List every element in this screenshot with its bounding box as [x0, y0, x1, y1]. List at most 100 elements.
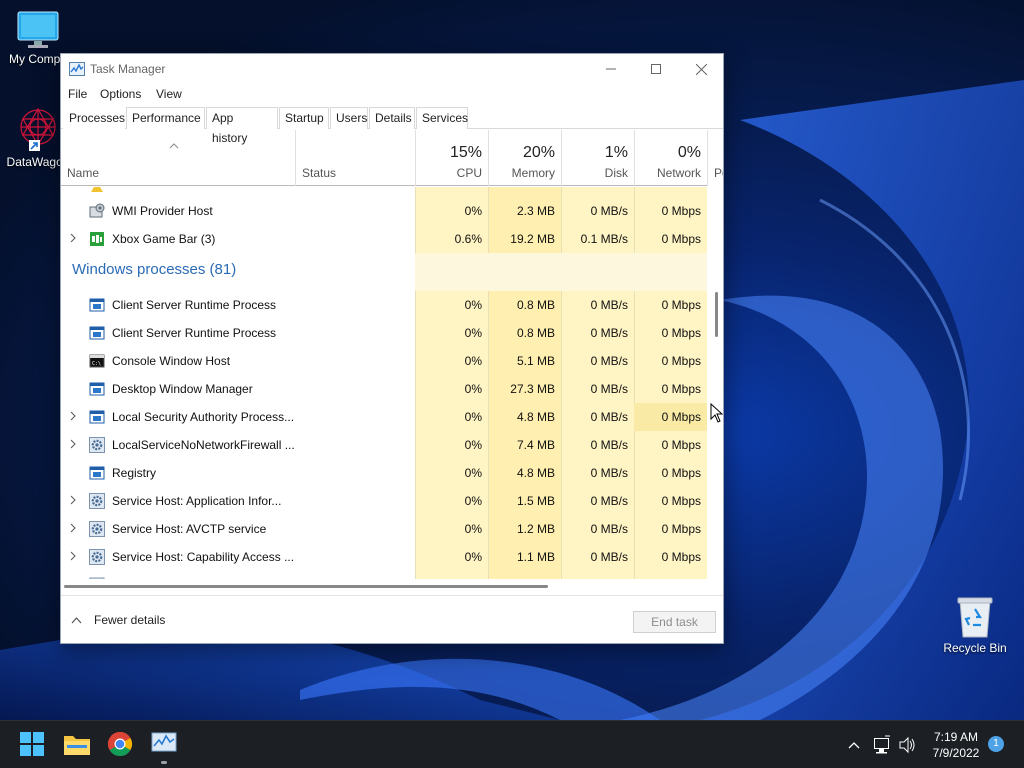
network-icon[interactable]	[873, 721, 891, 768]
chevron-right-icon[interactable]	[69, 551, 77, 561]
column-label-status: Status	[302, 166, 337, 180]
window-footer: Fewer details End task	[61, 595, 723, 643]
title-bar[interactable]: Task Manager	[61, 54, 723, 84]
column-label-disk: Disk	[604, 166, 628, 180]
tab-details[interactable]: Details	[369, 107, 415, 129]
column-header-cpu[interactable]: 15% CPU	[415, 130, 488, 186]
process-window-icon	[89, 381, 105, 397]
maximize-button[interactable]	[633, 54, 679, 84]
desktop-icon-recycle-bin[interactable]: Recycle Bin	[937, 595, 1013, 655]
chevron-right-icon[interactable]	[69, 411, 77, 421]
table-row[interactable]: Service Host: Application Infor... 0% 1.…	[61, 487, 708, 515]
table-row[interactable]: Client Server Runtime Process 0% 0.8 MB …	[61, 291, 708, 319]
process-list[interactable]: WMI Provider Host 0% 2.3 MB 0 MB/s 0 Mbp…	[61, 187, 708, 579]
task-manager-taskbar-button[interactable]	[151, 731, 179, 764]
memory-value: 4.8 MB	[516, 410, 555, 424]
disk-value: 0 MB/s	[590, 326, 628, 340]
menu-view[interactable]: View	[156, 87, 182, 101]
table-row-partial[interactable]	[61, 571, 708, 579]
disk-value: 0 MB/s	[590, 298, 628, 312]
tab-services[interactable]: Services	[416, 107, 468, 129]
console-icon: C:\	[89, 353, 105, 369]
cpu-value: 0%	[464, 204, 482, 218]
vertical-scrollbar-thumb[interactable]	[715, 292, 718, 337]
task-manager-window[interactable]: Task Manager File Options View Processes…	[60, 53, 724, 644]
start-button[interactable]	[19, 731, 47, 759]
process-name: Console Window Host	[112, 354, 231, 368]
cpu-value: 0%	[464, 382, 482, 396]
disk-value: 0 MB/s	[590, 522, 628, 536]
tab-performance[interactable]: Performance	[126, 107, 205, 129]
network-value: 0 Mbps	[661, 494, 701, 508]
table-row[interactable]: Client Server Runtime Process 0% 0.8 MB …	[61, 319, 708, 347]
menu-options[interactable]: Options	[100, 87, 141, 101]
end-task-button[interactable]: End task	[633, 611, 716, 633]
table-row[interactable]: Local Security Authority Process... 0% 4…	[61, 403, 708, 431]
fewer-details-button[interactable]: Fewer details	[71, 613, 165, 627]
mouse-cursor-icon	[710, 402, 724, 426]
clock-time: 7:19 AM	[933, 730, 979, 744]
table-row[interactable]: Service Host: AVCTP service 0% 1.2 MB 0 …	[61, 515, 708, 543]
table-row[interactable]: Xbox Game Bar (3) 0.6% 19.2 MB 0.1 MB/s …	[61, 225, 708, 253]
network-value: 0 Mbps	[661, 550, 701, 564]
column-header-network[interactable]: 0% Network	[634, 130, 707, 186]
process-name: Service Host: AVCTP service	[112, 522, 267, 536]
table-row[interactable]: WMI Provider Host 0% 2.3 MB 0 MB/s 0 Mbp…	[61, 197, 708, 225]
process-name: LocalServiceNoNetworkFirewall ...	[112, 438, 295, 452]
group-title: Windows processes (81)	[72, 261, 237, 278]
cpu-value: 0%	[464, 326, 482, 340]
recycle-bin-icon	[955, 595, 995, 639]
process-name: Service Host: Capability Access ...	[112, 550, 295, 564]
column-header-power[interactable]: Po	[707, 130, 723, 186]
table-row[interactable]: Service Host: Capability Access ... 0% 1…	[61, 543, 708, 571]
chevron-right-icon[interactable]	[69, 495, 77, 505]
disk-total-percent: 1%	[604, 144, 628, 161]
system-clock[interactable]: 7:19 AM 7/9/2022	[921, 729, 991, 761]
file-explorer-icon	[64, 736, 90, 755]
volume-icon[interactable]	[898, 721, 916, 768]
chevron-right-icon[interactable]	[69, 233, 77, 243]
column-header-memory[interactable]: 20% Memory	[488, 130, 561, 186]
chevron-right-icon[interactable]	[69, 523, 77, 533]
tab-users[interactable]: Users	[330, 107, 368, 129]
cpu-value: 0%	[464, 550, 482, 564]
vertical-scrollbar[interactable]	[709, 187, 723, 579]
disk-value: 0 MB/s	[590, 494, 628, 508]
process-window-icon	[89, 465, 105, 481]
cpu-value: 0%	[464, 494, 482, 508]
table-row[interactable]: C:\ Console Window Host 0% 5.1 MB 0 MB/s…	[61, 347, 708, 375]
horizontal-scrollbar[interactable]	[61, 579, 708, 591]
tab-processes[interactable]: Processes	[63, 107, 125, 129]
process-name: Client Server Runtime Process	[112, 326, 277, 340]
tab-startup[interactable]: Startup	[279, 107, 329, 129]
column-header-status[interactable]: Status	[295, 130, 415, 186]
group-header-windows-processes[interactable]: Windows processes (81)	[61, 253, 708, 291]
maximize-icon	[651, 64, 661, 74]
memory-value: 0.8 MB	[516, 298, 555, 312]
column-header-name[interactable]: Name	[61, 130, 295, 186]
network-value: 0 Mbps	[661, 204, 701, 218]
minimize-button[interactable]	[588, 54, 634, 84]
close-button[interactable]	[678, 54, 723, 84]
file-explorer-button[interactable]	[63, 731, 91, 759]
network-value: 0 Mbps	[661, 438, 701, 452]
menu-file[interactable]: File	[68, 87, 87, 101]
table-row[interactable]: Desktop Window Manager 0% 27.3 MB 0 MB/s…	[61, 375, 708, 403]
close-icon	[695, 63, 707, 75]
table-row[interactable]: Registry 0% 4.8 MB 0 MB/s 0 Mbps	[61, 459, 708, 487]
horizontal-scrollbar-thumb[interactable]	[64, 585, 548, 588]
notification-badge[interactable]: 1	[988, 736, 1004, 752]
process-icon	[89, 187, 105, 195]
table-row[interactable]: LocalServiceNoNetworkFirewall ... 0% 7.4…	[61, 431, 708, 459]
tab-strip: Processes Performance App history Startu…	[61, 107, 723, 145]
tab-app-history[interactable]: App history	[206, 107, 278, 145]
disk-value: 0 MB/s	[590, 204, 628, 218]
chevron-right-icon[interactable]	[69, 439, 77, 449]
column-header-disk[interactable]: 1% Disk	[561, 130, 634, 186]
process-window-icon	[89, 297, 105, 313]
network-value: 0 Mbps	[661, 382, 701, 396]
network-value: 0 Mbps	[661, 326, 701, 340]
chevron-up-icon[interactable]	[847, 721, 861, 768]
chrome-button[interactable]	[107, 731, 135, 759]
disk-value: 0 MB/s	[590, 354, 628, 368]
